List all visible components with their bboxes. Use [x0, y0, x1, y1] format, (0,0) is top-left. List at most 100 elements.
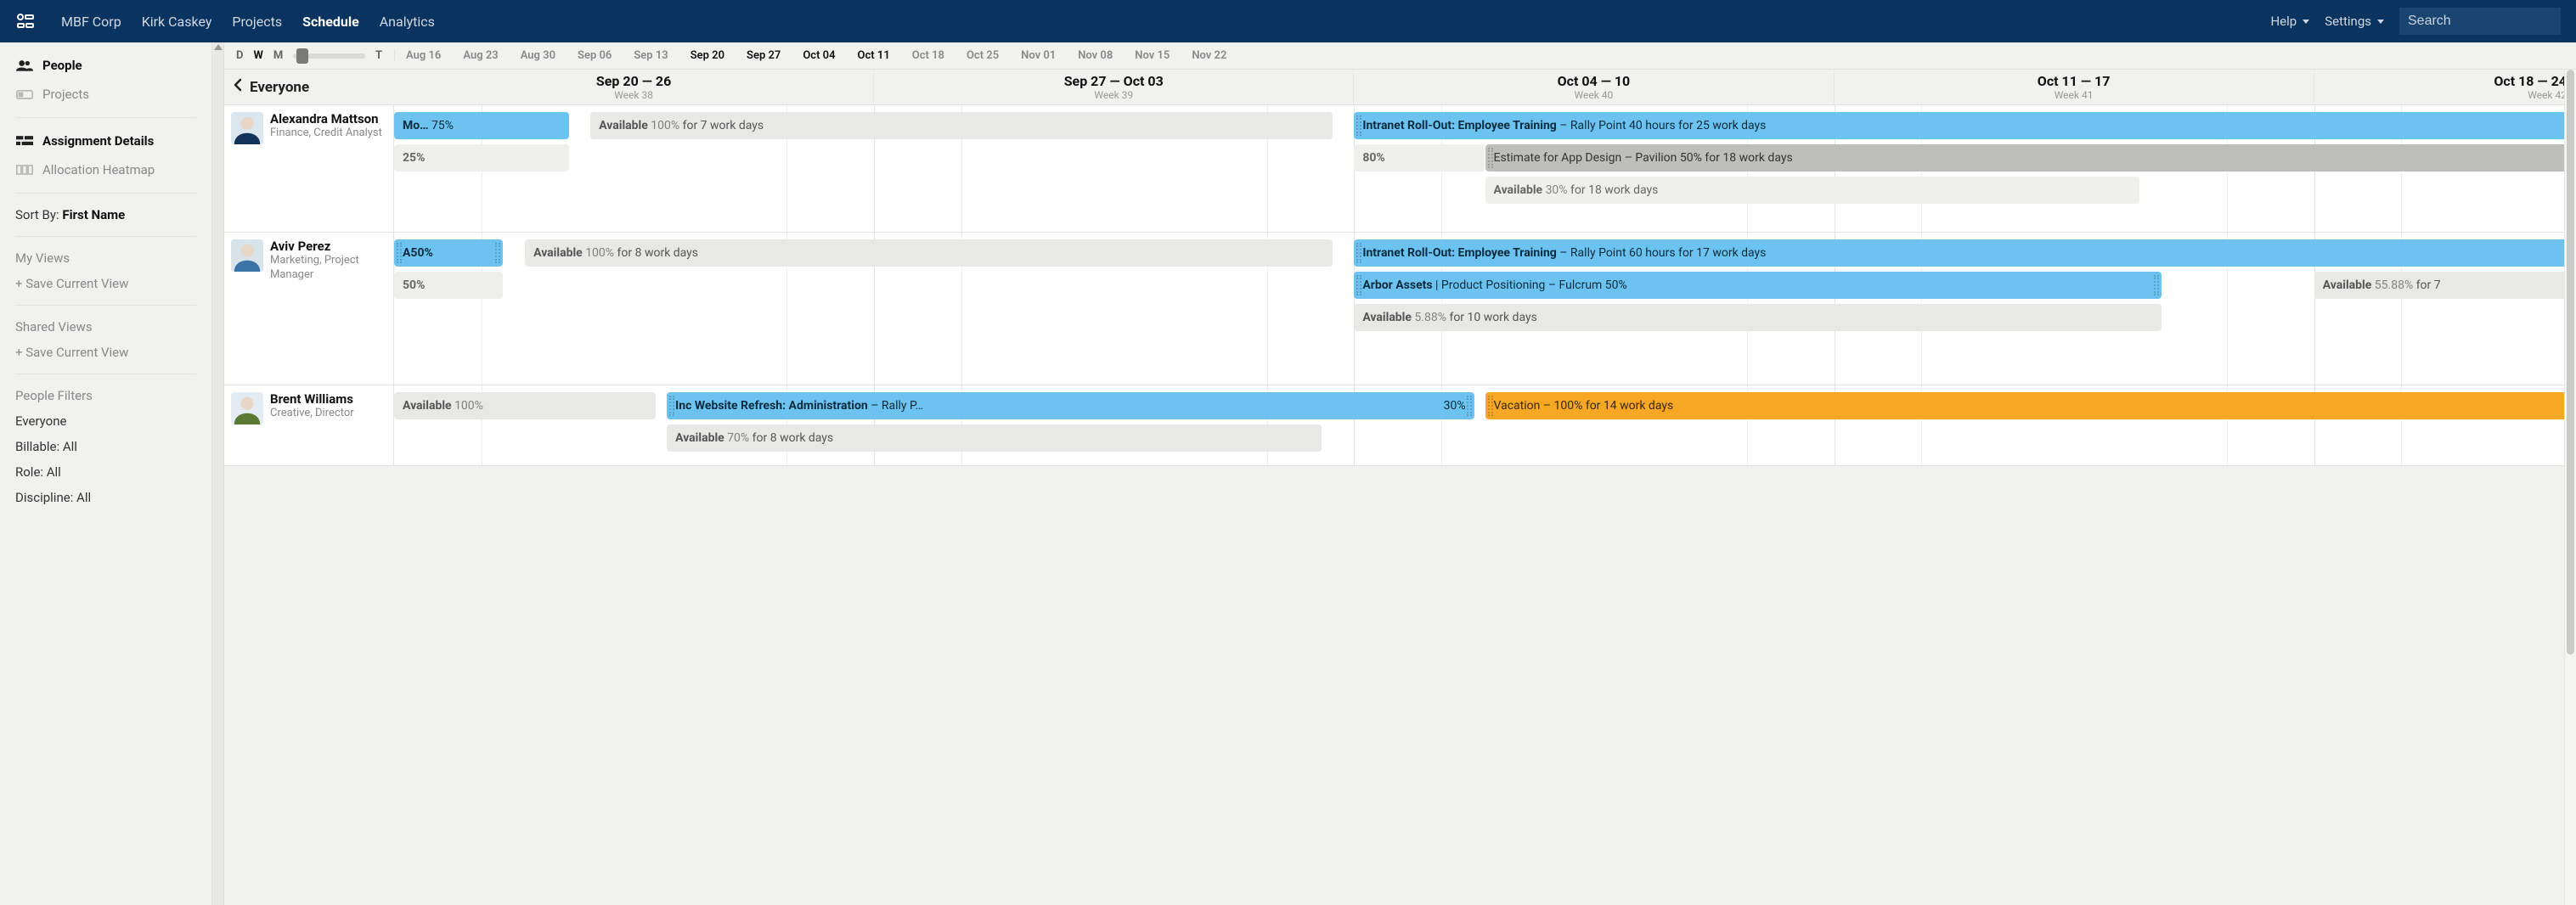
resize-handle-right-icon[interactable]: [2154, 275, 2159, 295]
ruler-tick[interactable]: Oct 11: [847, 49, 901, 62]
week-column[interactable]: Oct 18 — 24Week 42: [2314, 70, 2576, 104]
save-current-view-1[interactable]: + Save Current View: [0, 271, 211, 296]
ruler-tick[interactable]: Oct 04: [792, 49, 846, 62]
allocation-bar[interactable]: Available 100% for 7 work days: [590, 112, 1332, 139]
allocation-bar[interactable]: Intranet Roll-Out: Employee Training – R…: [1354, 239, 2576, 267]
assignment-details-icon: [15, 135, 34, 147]
zoom-control: D W M T: [224, 49, 394, 62]
ruler-tick[interactable]: Aug 16: [395, 49, 452, 62]
allocation-bar-label: Arbor Assets | Product Positioning – Ful…: [1362, 278, 1626, 292]
allocation-bar[interactable]: Available 100% for 8 work days: [525, 239, 1333, 267]
allocation-bar[interactable]: Estimate for App Design – Pavilion 50% f…: [1485, 144, 2576, 171]
resize-handle-left-icon[interactable]: [1488, 148, 1493, 168]
ruler-tick[interactable]: Sep 20: [679, 49, 736, 62]
help-dropdown[interactable]: Help: [2270, 14, 2309, 29]
resize-handle-left-icon[interactable]: [1356, 115, 1361, 136]
zoom-today[interactable]: T: [375, 49, 382, 62]
allocation-bar[interactable]: Available 100%: [394, 392, 656, 419]
zoom-slider-thumb[interactable]: [296, 48, 308, 64]
allocation-bar[interactable]: Available 5.88% for 10 work days: [1354, 304, 2162, 331]
sidebar-item-people[interactable]: People: [0, 51, 211, 80]
vertical-scrollbar[interactable]: [2564, 70, 2576, 905]
ruler-tick[interactable]: Oct 18: [901, 49, 955, 62]
resize-handle-left-icon[interactable]: [397, 243, 402, 263]
search-input[interactable]: [2399, 8, 2561, 35]
ruler-tick[interactable]: Aug 30: [510, 49, 566, 62]
people-filters-label: People Filters: [0, 383, 211, 408]
zoom-week[interactable]: W: [253, 49, 262, 62]
ruler-tick[interactable]: Nov 22: [1181, 49, 1237, 62]
back-button[interactable]: [233, 78, 243, 96]
allocation-bar-label: Mo… 75%: [403, 119, 454, 132]
lane-tracks: Available 100% Inc Website Refresh: Admin…: [394, 385, 2576, 465]
ruler-tick[interactable]: Nov 08: [1067, 49, 1124, 62]
allocation-bar[interactable]: Mo… 75%: [394, 112, 569, 139]
resize-handle-left-icon[interactable]: [1356, 243, 1361, 263]
avatar: [231, 392, 263, 424]
person-name: Brent Williams: [270, 392, 354, 407]
zoom-day[interactable]: D: [236, 49, 243, 62]
sidebar-item-projects[interactable]: Projects: [0, 80, 211, 109]
sidebar-item-allocation-heatmap[interactable]: Allocation Heatmap: [0, 155, 211, 184]
week-column[interactable]: Sep 20 — 26Week 38: [394, 70, 874, 104]
allocation-bar[interactable]: 50%: [394, 272, 503, 299]
people-header: Everyone: [224, 70, 394, 105]
allocation-heatmap-icon: [15, 164, 34, 176]
week-range: Sep 20 — 26: [596, 73, 671, 89]
filter-role[interactable]: Role: All: [0, 459, 211, 485]
nav-projects[interactable]: Projects: [232, 14, 282, 30]
person-cell[interactable]: Aviv PerezMarketing, Project Manager: [224, 233, 394, 385]
allocation-bar-label: Available 70% for 8 work days: [675, 431, 833, 445]
vertical-scrollbar-thumb[interactable]: [2567, 70, 2574, 655]
sort-by[interactable]: Sort By: First Name: [0, 202, 211, 228]
ruler-tick[interactable]: Sep 27: [736, 49, 792, 62]
time-ruler[interactable]: Aug 16Aug 23Aug 30Sep 06Sep 13Sep 20Sep …: [394, 49, 2576, 62]
person-cell[interactable]: Alexandra MattsonFinance, Credit Analyst: [224, 105, 394, 232]
nav-analytics[interactable]: Analytics: [380, 14, 435, 30]
resize-handle-left-icon[interactable]: [669, 396, 674, 416]
filter-everyone[interactable]: Everyone: [0, 408, 211, 434]
nav-user[interactable]: Kirk Caskey: [142, 14, 212, 30]
resize-handle-left-icon[interactable]: [1356, 275, 1361, 295]
filter-discipline[interactable]: Discipline: All: [0, 485, 211, 510]
projects-icon: [15, 88, 34, 100]
ruler-tick[interactable]: Nov 01: [1010, 49, 1067, 62]
app-logo-icon[interactable]: [15, 11, 36, 31]
nav-schedule[interactable]: Schedule: [302, 14, 359, 30]
ruler-tick[interactable]: Sep 13: [623, 49, 679, 62]
allocation-bar[interactable]: Intranet Roll-Out: Employee Training – R…: [1354, 112, 2576, 139]
ruler-tick[interactable]: Aug 23: [452, 49, 509, 62]
allocation-bar[interactable]: Available 55.88% for 7: [2314, 272, 2576, 299]
allocation-bar[interactable]: Available 30% for 18 work days: [1485, 177, 2140, 204]
resize-handle-right-icon[interactable]: [1467, 396, 1472, 416]
allocation-bar[interactable]: Inc Website Refresh: Administration – Ra…: [667, 392, 1474, 419]
allocation-bar-label: Inc Website Refresh: Administration – Ra…: [675, 399, 923, 413]
ruler-tick[interactable]: Oct 25: [955, 49, 1010, 62]
toolbar: D W M T Aug 16Aug 23Aug 30Sep 06Sep 13Se…: [224, 42, 2576, 70]
save-current-view-2[interactable]: + Save Current View: [0, 340, 211, 365]
ruler-tick[interactable]: Sep 06: [566, 49, 623, 62]
resize-handle-left-icon[interactable]: [1488, 396, 1493, 416]
ruler-tick[interactable]: Nov 15: [1124, 49, 1181, 62]
filter-billable[interactable]: Billable: All: [0, 434, 211, 459]
allocation-bar[interactable]: 80%: [1354, 144, 1485, 171]
week-column[interactable]: Oct 11 — 17Week 41: [1835, 70, 2314, 104]
week-column[interactable]: Sep 27 — Oct 03Week 39: [874, 70, 1354, 104]
sidebar-item-assignment-details[interactable]: Assignment Details: [0, 126, 211, 155]
zoom-slider[interactable]: [293, 53, 365, 59]
allocation-bar[interactable]: 25%: [394, 144, 569, 171]
main-panel: D W M T Aug 16Aug 23Aug 30Sep 06Sep 13Se…: [224, 42, 2576, 905]
sidebar-scroll-gutter[interactable]: [212, 42, 224, 905]
allocation-bar[interactable]: A50%: [394, 239, 503, 267]
allocation-bar[interactable]: Vacation – 100% for 14 work days: [1485, 392, 2576, 419]
allocation-bar[interactable]: Available 70% for 8 work days: [667, 424, 1322, 452]
week-column[interactable]: Oct 04 — 10Week 40: [1354, 70, 1834, 104]
allocation-bar[interactable]: Arbor Assets | Product Positioning – Ful…: [1354, 272, 2162, 299]
resize-handle-right-icon[interactable]: [495, 243, 500, 263]
person-cell[interactable]: Brent WilliamsCreative, Director: [224, 385, 394, 465]
person-name: Alexandra Mattson: [270, 112, 382, 126]
allocation-bar-label: 25%: [403, 151, 425, 165]
zoom-month[interactable]: M: [273, 49, 283, 62]
nav-org[interactable]: MBF Corp: [61, 14, 121, 30]
settings-dropdown[interactable]: Settings: [2325, 14, 2384, 29]
